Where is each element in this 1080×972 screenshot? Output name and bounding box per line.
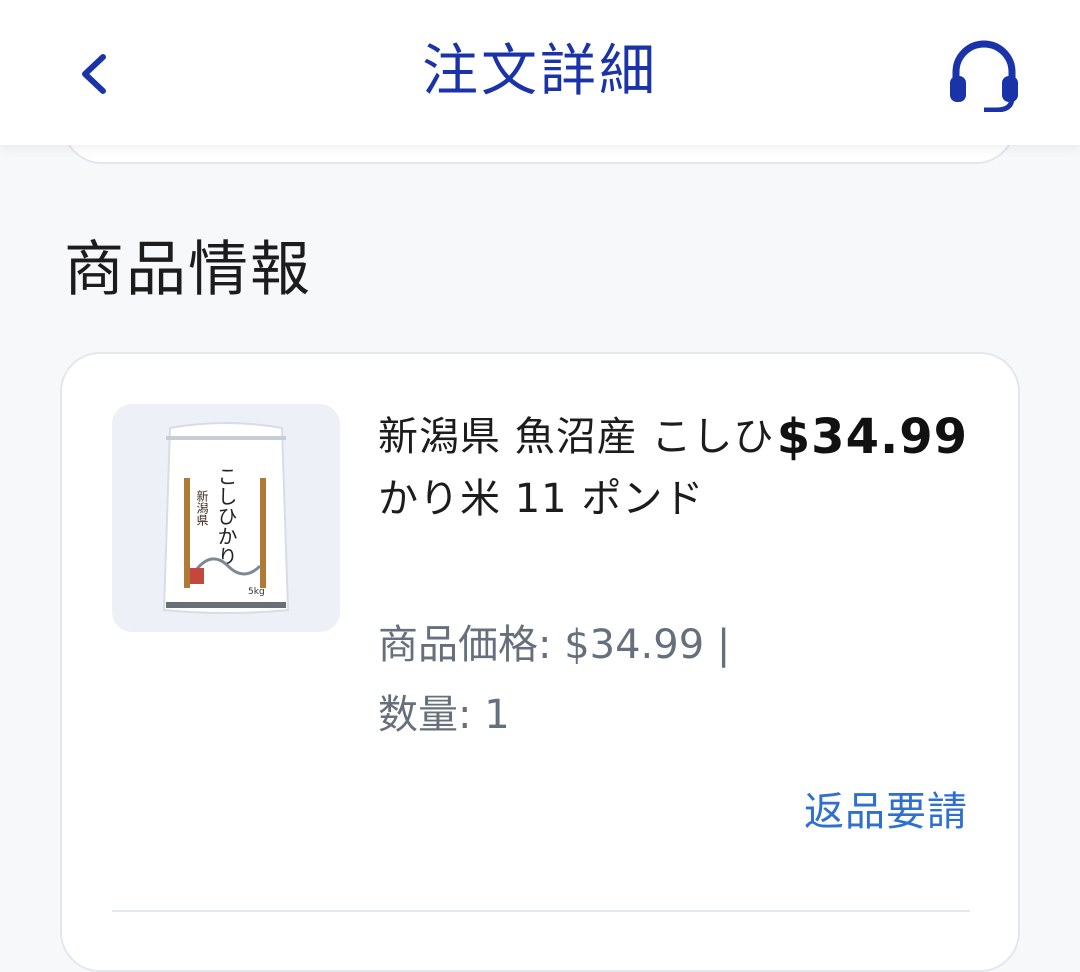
product-image[interactable]: こしひかり 新潟県 5kg — [112, 404, 340, 632]
product-meta: 商品価格: $34.99 | 数量: 1 — [378, 610, 818, 750]
quantity-text: 数量: 1 — [378, 692, 510, 738]
customer-support-button[interactable] — [940, 30, 1028, 118]
return-request-link[interactable]: 返品要請 — [804, 784, 968, 840]
rice-bag-image: こしひかり 新潟県 5kg — [162, 422, 290, 614]
headset-icon — [950, 40, 1018, 112]
rice-bag-text: こしひかり — [214, 466, 238, 566]
section-title: 商品情報 — [64, 235, 312, 305]
divider — [112, 910, 970, 912]
svg-text:こしひかり: こしひかり — [214, 466, 238, 566]
page-title: 注文詳細 — [422, 39, 658, 104]
product-price: $34.99 — [776, 409, 968, 465]
unit-price-text: 商品価格: $34.99 | — [378, 622, 731, 668]
app-header: 注文詳細 — [0, 0, 1080, 145]
svg-text:新潟県: 新潟県 — [195, 489, 209, 526]
product-name[interactable]: 新潟県 魚沼産 こしひかり米 11 ポンド — [378, 406, 778, 530]
svg-text:5kg: 5kg — [248, 587, 265, 597]
product-card: こしひかり 新潟県 5kg 新潟県 魚沼産 こしひかり米 11 ポンド $34.… — [60, 352, 1020, 972]
